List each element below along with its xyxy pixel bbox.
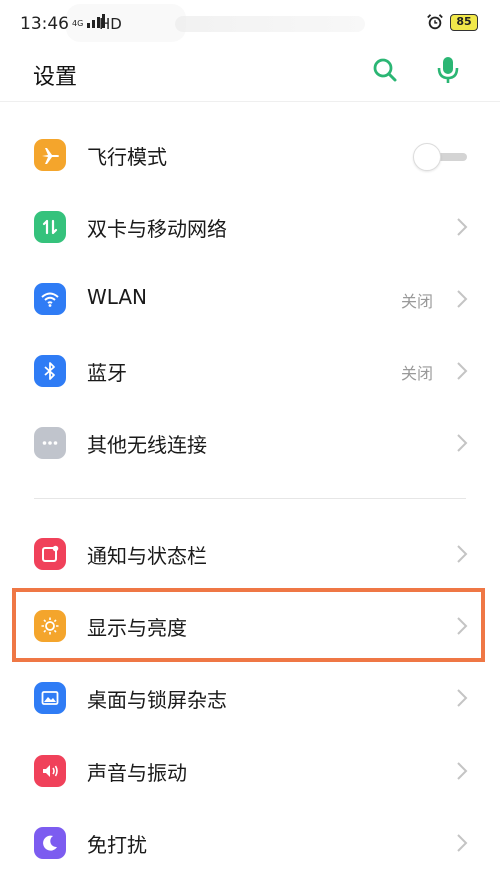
chevron-right-icon — [457, 545, 468, 563]
setting-label: 双卡与移动网络 — [87, 217, 227, 241]
search-icon[interactable] — [370, 55, 400, 85]
airplane-mode-toggle[interactable] — [413, 143, 467, 171]
setting-do-not-disturb[interactable]: 免打扰 — [0, 807, 500, 879]
chevron-right-icon — [457, 834, 468, 852]
network-type: 4G — [72, 19, 84, 28]
hd-indicator: HD — [99, 15, 122, 33]
airplane-icon — [34, 139, 66, 171]
setting-bluetooth[interactable]: 蓝牙 关闭 — [0, 335, 500, 407]
setting-notifications[interactable]: 通知与状态栏 — [0, 518, 500, 590]
moon-icon — [34, 827, 66, 859]
setting-airplane-mode[interactable]: 飞行模式 — [0, 119, 500, 191]
battery-indicator: 85 — [450, 13, 478, 31]
chevron-right-icon — [457, 689, 468, 707]
wifi-icon — [34, 283, 66, 315]
bluetooth-icon — [34, 355, 66, 387]
more-dots-icon — [34, 427, 66, 459]
chevron-right-icon — [457, 762, 468, 780]
setting-label: WLAN — [87, 285, 148, 309]
dual-sim-icon — [34, 211, 66, 243]
setting-label: 声音与振动 — [87, 761, 187, 785]
setting-sound-vibration[interactable]: 声音与振动 — [0, 735, 500, 807]
setting-label: 其他无线连接 — [87, 433, 207, 457]
setting-label: 蓝牙 — [87, 361, 127, 385]
status-time: 13:46 — [20, 14, 69, 34]
settings-screen: 13:46 4G HD 85 设置 飞行模式 双卡与移动网络 WLAN 关闭 蓝… — [0, 0, 500, 888]
page-title: 设置 — [33, 65, 78, 90]
wallpaper-icon — [34, 682, 66, 714]
setting-status: 关闭 — [400, 364, 433, 383]
chevron-right-icon — [457, 218, 468, 236]
notification-icon — [34, 538, 66, 570]
chevron-right-icon — [457, 290, 468, 308]
setting-dual-sim[interactable]: 双卡与移动网络 — [0, 191, 500, 263]
setting-label: 飞行模式 — [87, 145, 167, 169]
setting-status: 关闭 — [400, 292, 433, 311]
setting-other-wireless[interactable]: 其他无线连接 — [0, 407, 500, 479]
alarm-clock-icon — [427, 14, 443, 30]
setting-label: 桌面与锁屏杂志 — [87, 688, 227, 712]
header-divider — [0, 101, 500, 102]
header: 设置 — [0, 48, 500, 100]
chevron-right-icon — [457, 362, 468, 380]
chevron-right-icon — [457, 434, 468, 452]
section-divider — [34, 498, 466, 499]
highlight-box — [12, 588, 485, 662]
speaker-icon — [34, 755, 66, 787]
microphone-icon[interactable] — [433, 54, 463, 86]
setting-wlan[interactable]: WLAN 关闭 — [0, 263, 500, 335]
setting-label: 通知与状态栏 — [87, 544, 207, 568]
status-bar: 13:46 4G HD 85 — [0, 0, 500, 46]
setting-home-lockscreen[interactable]: 桌面与锁屏杂志 — [0, 662, 500, 734]
setting-label: 免打扰 — [87, 833, 147, 857]
